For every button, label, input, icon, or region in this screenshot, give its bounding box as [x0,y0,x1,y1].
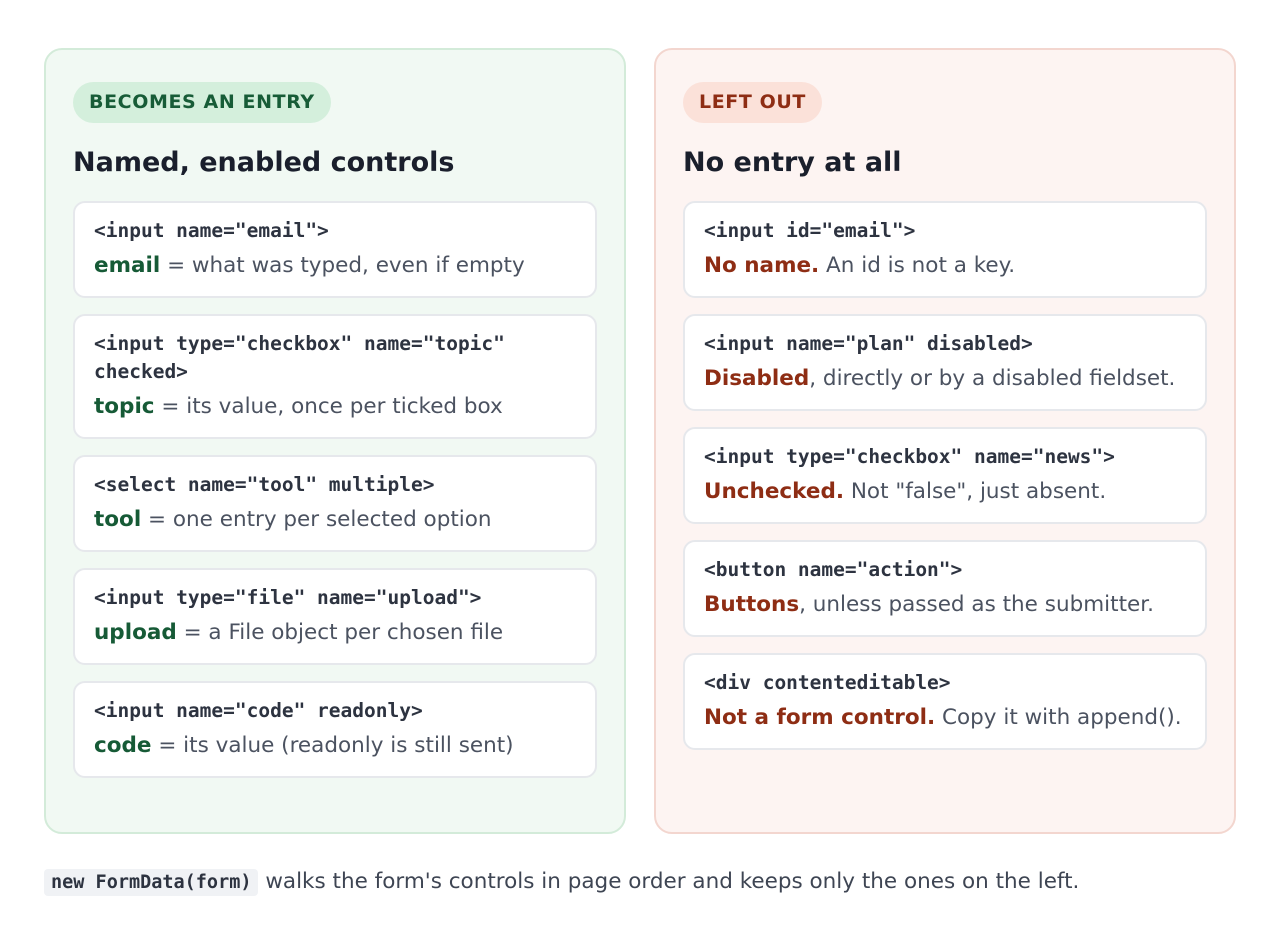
included-badge: BECOMES AN ENTRY [73,82,331,123]
card-text: , unless passed as the submitter. [799,592,1154,617]
card-description: No name. An id is not a key. [704,251,1186,281]
footer-text: walks the form's controls in page order … [258,869,1080,894]
card-description: code = its value (readonly is still sent… [94,731,576,761]
excluded-card-list: <input id="email"> No name. An id is not… [683,201,1207,750]
included-panel: BECOMES AN ENTRY Named, enabled controls… [44,48,626,834]
included-card-tool: <select name="tool" multiple> tool = one… [73,455,597,552]
excluded-badge: LEFT OUT [683,82,822,123]
card-key: code [94,733,152,758]
card-key: topic [94,394,155,419]
included-heading: Named, enabled controls [73,147,455,178]
card-description: tool = one entry per selected option [94,505,576,535]
card-description: topic = its value, once per ticked box [94,392,576,422]
card-code: <button name="action"> [704,558,963,581]
card-description: email = what was typed, even if empty [94,251,576,281]
card-text: = one entry per selected option [141,507,492,532]
card-code: <input type="checkbox" name="topic" chec… [94,332,505,383]
card-key: No name. [704,253,820,278]
card-code: <input name="plan" disabled> [704,332,1033,355]
included-card-list: <input name="email"> email = what was ty… [73,201,597,778]
card-text: An id is not a key. [819,253,1016,278]
card-code: <div contenteditable> [704,671,951,694]
card-text: Copy it with append(). [935,705,1182,730]
card-text: = its value (readonly is still sent) [151,733,514,758]
card-description: Buttons, unless passed as the submitter. [704,590,1186,620]
footer-note: new FormData(form) walks the form's cont… [44,866,1079,899]
excluded-card-id: <input id="email"> No name. An id is not… [683,201,1207,298]
card-description: Disabled, directly or by a disabled fiel… [704,364,1186,394]
card-description: Unchecked. Not "false", just absent. [704,477,1186,507]
card-key: Unchecked. [704,479,845,504]
card-key: email [94,253,161,278]
footer-code: new FormData(form) [44,869,259,896]
card-text: Not "false", just absent. [844,479,1107,504]
card-code: <input name="code" readonly> [94,699,423,722]
card-key: Buttons [704,592,800,617]
card-key: Not a form control. [704,705,936,730]
card-key: upload [94,620,177,645]
excluded-panel: LEFT OUT No entry at all <input id="emai… [654,48,1236,834]
card-code: <input id="email"> [704,219,916,242]
excluded-heading: No entry at all [683,147,902,178]
excluded-card-button: <button name="action"> Buttons, unless p… [683,540,1207,637]
card-text: = a File object per chosen file [176,620,504,645]
excluded-card-unchecked: <input type="checkbox" name="news"> Unch… [683,427,1207,524]
card-text: = its value, once per ticked box [154,394,503,419]
card-text: = what was typed, even if empty [160,253,525,278]
included-card-topic: <input type="checkbox" name="topic" chec… [73,314,597,439]
comparison-columns: BECOMES AN ENTRY Named, enabled controls… [44,48,1236,834]
card-code: <select name="tool" multiple> [94,473,435,496]
card-description: upload = a File object per chosen file [94,618,576,648]
card-code: <input type="file" name="upload"> [94,586,482,609]
card-key: tool [94,507,142,532]
included-card-upload: <input type="file" name="upload"> upload… [73,568,597,665]
included-card-email: <input name="email"> email = what was ty… [73,201,597,298]
card-key: Disabled [704,366,810,391]
card-code: <input type="checkbox" name="news"> [704,445,1115,468]
included-card-code: <input name="code" readonly> code = its … [73,681,597,778]
card-text: , directly or by a disabled fieldset. [809,366,1176,391]
excluded-card-disabled: <input name="plan" disabled> Disabled, d… [683,314,1207,411]
card-code: <input name="email"> [94,219,329,242]
excluded-card-contenteditable: <div contenteditable> Not a form control… [683,653,1207,750]
card-description: Not a form control. Copy it with append(… [704,703,1186,733]
